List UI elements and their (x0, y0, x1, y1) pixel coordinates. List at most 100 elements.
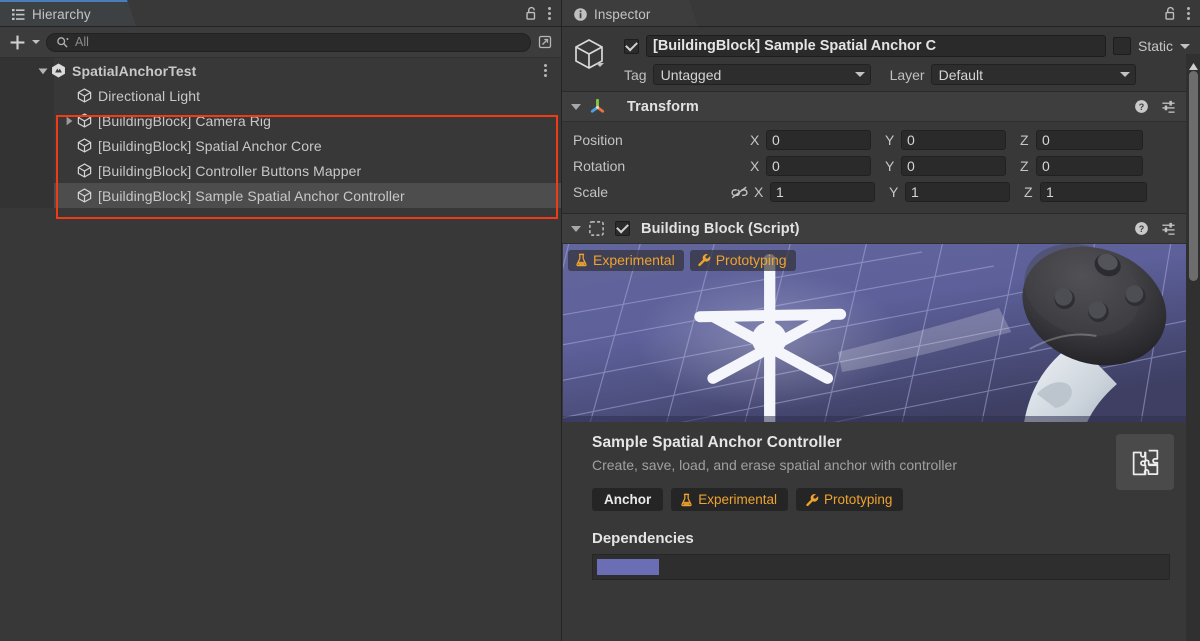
inspector-scrollbar[interactable] (1186, 54, 1200, 641)
info-circle-icon (573, 7, 588, 22)
layer-label: Layer (889, 66, 925, 83)
tag-label: Anchor (604, 492, 652, 507)
lock-open-icon[interactable] (525, 6, 538, 21)
gameobject-header: [BuildingBlock] Sample Spatial Anchor C … (562, 27, 1200, 91)
tag-prototyping[interactable]: Prototyping (796, 488, 904, 511)
help-circle-icon[interactable]: ? (1134, 99, 1149, 114)
axis-label-z: Z (1020, 132, 1029, 148)
hierarchy-item-0[interactable]: SpatialAnchorTest (0, 58, 561, 83)
building-block-header-actions: ? (1134, 221, 1192, 236)
building-block-tags: Anchor Experimental Prototyping (592, 488, 1106, 511)
tab-hierarchy[interactable]: Hierarchy (0, 0, 136, 26)
dependency-row[interactable] (592, 554, 1170, 580)
svg-text:?: ? (1139, 224, 1145, 234)
script-dashed-icon (588, 220, 605, 237)
transform-row-label: Scale (573, 184, 609, 200)
building-block-name: Sample Spatial Anchor Controller (592, 434, 842, 451)
transform-row-rotation: Rotation X 0 Y 0 Z 0 (573, 153, 1190, 179)
hierarchy-item-content: [BuildingBlock] Controller Buttons Mappe… (77, 158, 361, 183)
transform-foldout-icon[interactable] (570, 101, 582, 113)
transform-row-label: Rotation (573, 158, 626, 174)
building-block-foldout-icon[interactable] (570, 223, 582, 235)
transform-rotation-z-field[interactable]: 0 (1036, 156, 1143, 176)
hierarchy-item-label: [BuildingBlock] Sample Spatial Anchor Co… (98, 187, 405, 204)
tab-inspector-label: Inspector (594, 6, 651, 22)
kebab-menu-icon[interactable] (1186, 7, 1190, 20)
building-block-text: Sample Spatial Anchor Controller Create,… (592, 434, 1106, 511)
transform-scale-x-field[interactable]: 1 (770, 182, 875, 202)
building-block-title: Building Block (Script) (641, 220, 800, 237)
kebab-menu-icon[interactable] (547, 7, 551, 20)
transform-position-y-field[interactable]: 0 (901, 130, 1006, 150)
component-transform: Transform ? Position X 0 Y 0 Z 0 Rotatio… (562, 91, 1200, 213)
kebab-menu-icon[interactable] (543, 58, 547, 83)
transform-gizmo-icon (588, 97, 607, 116)
gameobject-fields: [BuildingBlock] Sample Spatial Anchor C … (624, 35, 1190, 85)
building-block-enabled-checkbox[interactable] (615, 221, 630, 236)
axis-label-z: Z (1024, 184, 1033, 200)
axis-label-x: X (754, 184, 764, 200)
layer-value: Default (938, 66, 983, 83)
tag-experimental[interactable]: Experimental (671, 488, 789, 511)
hierarchy-item-5[interactable]: [BuildingBlock] Sample Spatial Anchor Co… (0, 183, 561, 208)
building-block-description: Create, save, load, and erase spatial an… (592, 457, 957, 473)
hierarchy-item-3[interactable]: [BuildingBlock] Spatial Anchor Core (0, 133, 561, 158)
gameobject-cube-icon (76, 137, 93, 154)
hierarchy-item-content: [BuildingBlock] Camera Rig (66, 108, 271, 133)
indent-guide (0, 108, 54, 133)
indent-guide (0, 83, 54, 108)
transform-position-x-field[interactable]: 0 (766, 130, 871, 150)
dependency-bar (597, 559, 659, 575)
building-block-thumbnail-button[interactable] (1116, 434, 1174, 490)
tag-dropdown[interactable]: Untagged (652, 64, 871, 85)
transform-header[interactable]: Transform ? (562, 92, 1200, 122)
hierarchy-item-1[interactable]: Directional Light (0, 83, 561, 108)
tab-hierarchy-label: Hierarchy (32, 6, 91, 22)
transform-scale-y-field[interactable]: 1 (905, 182, 1010, 202)
inspector-scrollbar-thumb[interactable] (1189, 71, 1198, 281)
hierarchy-item-4[interactable]: [BuildingBlock] Controller Buttons Mappe… (0, 158, 561, 183)
search-input[interactable]: All (46, 32, 531, 52)
search-expand-button[interactable] (535, 32, 555, 52)
hero-badge-label: Prototyping (715, 252, 787, 268)
building-block-header[interactable]: Building Block (Script) ? (562, 214, 1200, 244)
unity-editor-window: Hierarchy All SpatialAnchorTest Directio… (0, 0, 1200, 641)
twisty-collapsed-icon[interactable] (62, 108, 76, 133)
lock-open-icon[interactable] (1164, 6, 1177, 21)
preset-sliders-icon[interactable] (1161, 221, 1176, 236)
hero-badges: Experimental Prototyping (568, 250, 796, 271)
gameobject-name-field[interactable]: [BuildingBlock] Sample Spatial Anchor C (646, 35, 1106, 57)
hierarchy-item-label: Directional Light (98, 87, 201, 104)
chevron-down-icon (1119, 72, 1130, 77)
add-gameobject-button[interactable] (7, 32, 42, 53)
hierarchy-tree[interactable]: SpatialAnchorTest Directional Light [Bui… (0, 58, 561, 641)
gameobject-cube-icon (76, 112, 93, 129)
tag-label: Prototyping (824, 492, 893, 507)
preset-sliders-icon[interactable] (1161, 99, 1176, 114)
chevron-down-icon (32, 40, 40, 44)
building-block-info: Sample Spatial Anchor Controller Create,… (562, 422, 1200, 515)
link-broken-icon[interactable] (728, 185, 750, 200)
twisty-expanded-icon[interactable] (36, 58, 50, 83)
axis-label-z: Z (1020, 158, 1029, 174)
transform-title: Transform (627, 98, 699, 115)
transform-position-z-field[interactable]: 0 (1036, 130, 1143, 150)
hierarchy-item-2[interactable]: [BuildingBlock] Camera Rig (0, 108, 561, 133)
tag-anchor[interactable]: Anchor (592, 488, 664, 511)
axis-label-x: X (750, 158, 760, 174)
gameobject-enabled-checkbox[interactable] (624, 38, 639, 54)
transform-rotation-y-field[interactable]: 0 (901, 156, 1006, 176)
gameobject-cube-icon[interactable] (572, 35, 618, 85)
layer-dropdown[interactable]: Default (930, 64, 1136, 85)
tag-layer-row: Tag Untagged Layer Default (624, 64, 1190, 85)
chevron-down-icon[interactable] (596, 63, 604, 67)
transform-row-scale: Scale X1Y1Z1 (573, 179, 1190, 205)
static-dropdown-chevron-icon[interactable] (1180, 43, 1190, 49)
puzzle-pieces-icon (1130, 447, 1161, 478)
tab-inspector[interactable]: Inspector (562, 0, 698, 26)
transform-rotation-x-field[interactable]: 0 (766, 156, 871, 176)
transform-scale-z-field[interactable]: 1 (1040, 182, 1147, 202)
static-checkbox[interactable] (1112, 37, 1131, 55)
help-circle-icon[interactable]: ? (1134, 221, 1149, 236)
transform-row-position: Position X 0 Y 0 Z 0 (573, 127, 1190, 153)
